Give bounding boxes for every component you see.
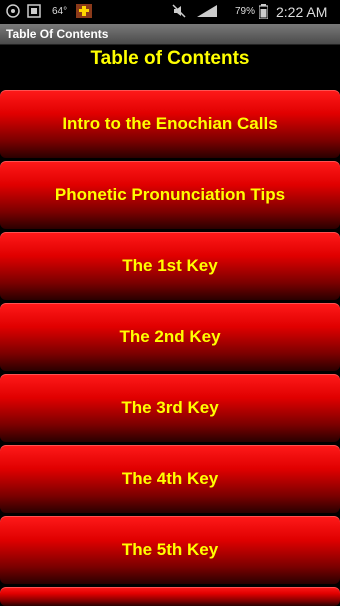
list-item-key-3[interactable]: The 3rd Key: [0, 374, 340, 442]
screenshot-icon: [27, 4, 41, 18]
mute-icon: [172, 4, 186, 18]
list-item-label: Intro to the Enochian Calls: [62, 114, 278, 133]
window-title: Table Of Contents: [6, 27, 109, 41]
battery-icon: [259, 4, 268, 19]
list-item-label: The 3rd Key: [121, 398, 219, 417]
list-item-key-1[interactable]: The 1st Key: [0, 232, 340, 300]
list-item-label: The 4th Key: [121, 469, 219, 488]
temperature-text: 64°: [52, 6, 68, 17]
battery-percent: 79%: [235, 6, 256, 17]
status-bar: 64° 79% 2:22 AM: [0, 0, 340, 24]
list-item-key-4[interactable]: The 4th Key: [0, 445, 340, 513]
list-item-label: Phonetic Pronunciation Tips: [54, 185, 286, 204]
list-item-intro[interactable]: Intro to the Enochian Calls: [0, 90, 340, 158]
title-bar: Table Of Contents: [0, 24, 340, 45]
list-item-label: The 5th Key: [121, 540, 219, 559]
app-icon: [76, 4, 92, 18]
signal-icon: [197, 5, 217, 17]
clock: 2:22 AM: [276, 4, 328, 20]
list-item-key-2[interactable]: The 2nd Key: [0, 303, 340, 371]
list-item-label: The 1st Key: [122, 256, 218, 275]
list-item-key-5[interactable]: The 5th Key: [0, 516, 340, 584]
list-item-label: The 2nd Key: [119, 327, 221, 346]
list-item-partial[interactable]: [0, 587, 340, 606]
notification-icon: [6, 4, 20, 18]
page-title: Table of Contents: [90, 48, 250, 69]
list-item-phonetic[interactable]: Phonetic Pronunciation Tips: [0, 161, 340, 229]
